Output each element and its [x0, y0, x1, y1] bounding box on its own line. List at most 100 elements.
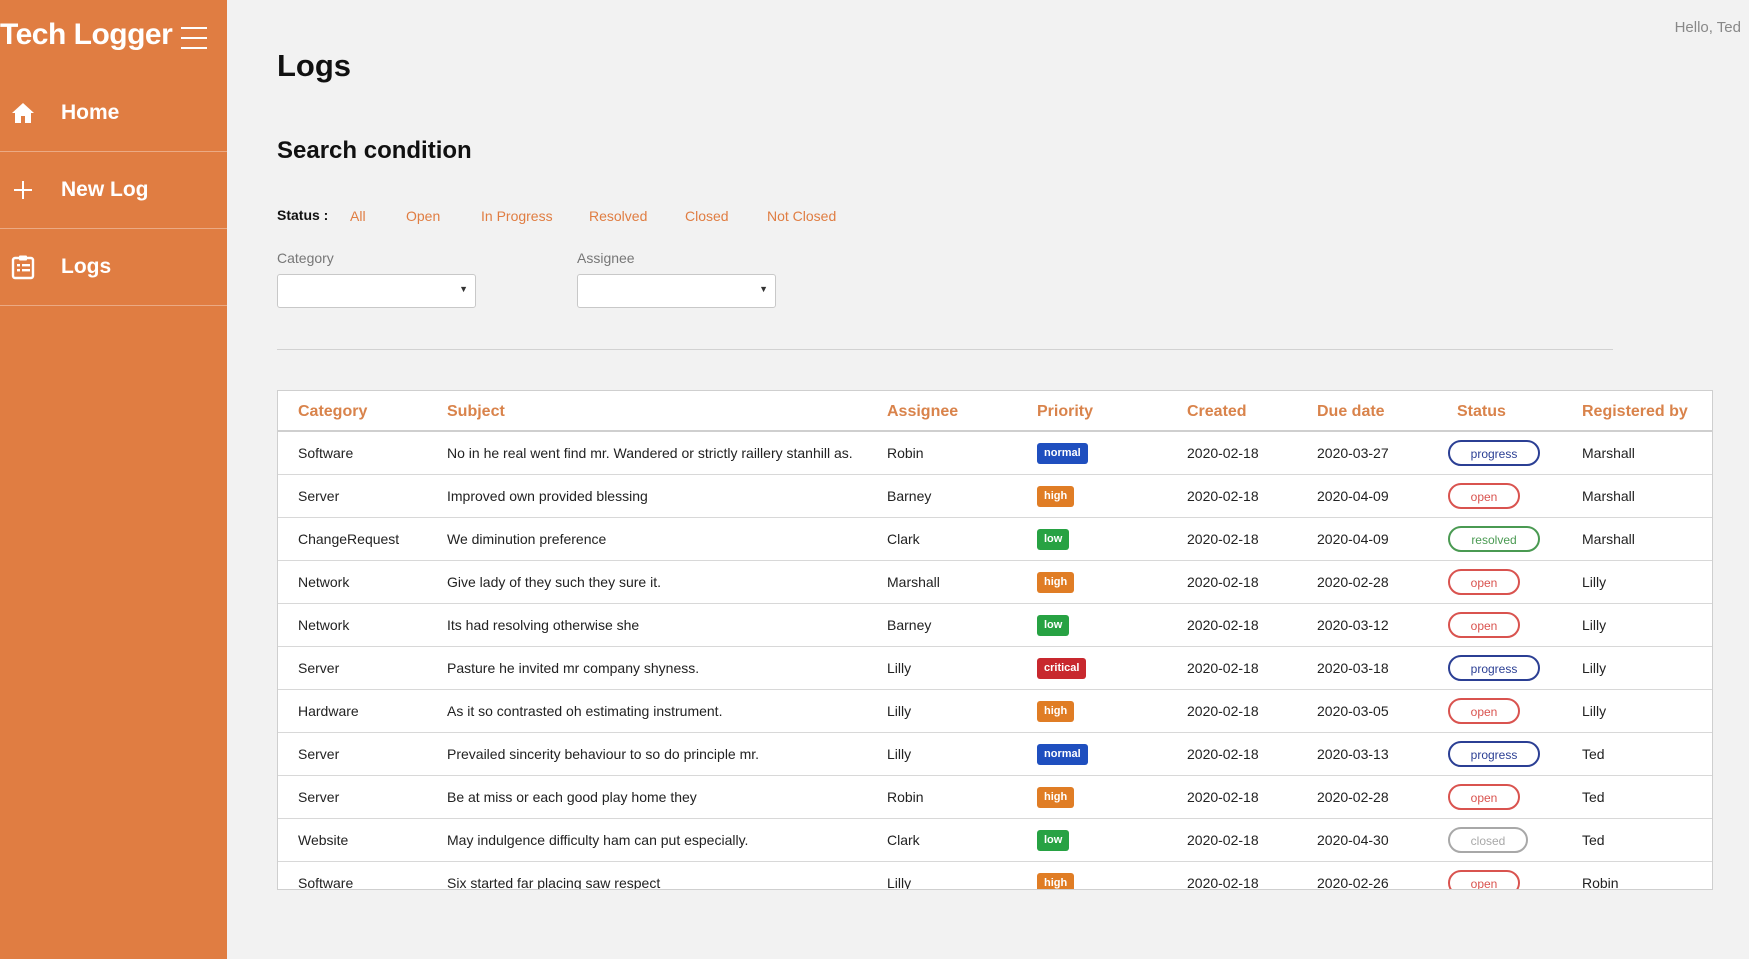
- cell-created: 2020-02-18: [1187, 488, 1259, 504]
- priority-badge: high: [1037, 787, 1075, 808]
- priority-badge: high: [1037, 486, 1075, 507]
- column-header-assignee[interactable]: Assignee: [887, 403, 958, 421]
- table-row[interactable]: Network Its had resolving otherwise she Ba…: [278, 604, 1712, 647]
- page-title: Logs: [277, 48, 352, 83]
- priority-badge: low: [1037, 830, 1070, 851]
- cell-created: 2020-02-18: [1187, 875, 1259, 890]
- column-header-created[interactable]: Created: [1187, 403, 1247, 421]
- cell-registered-by: Lilly: [1582, 617, 1607, 633]
- table-row[interactable]: Hardware As it so contrasted oh estimatin…: [278, 690, 1712, 733]
- cell-due-date: 2020-03-13: [1317, 746, 1389, 762]
- cell-created: 2020-02-18: [1187, 574, 1259, 590]
- cell-created: 2020-02-18: [1187, 703, 1259, 719]
- table-row[interactable]: Server Prevailed sincerity behaviour to s…: [278, 733, 1712, 776]
- sidebar-item-home[interactable]: Home: [0, 75, 227, 152]
- table-row[interactable]: Server Pasture he invited mr company shyn…: [278, 647, 1712, 690]
- cell-subject: Its had resolving otherwise she: [447, 617, 640, 633]
- cell-due-date: 2020-04-09: [1317, 488, 1389, 504]
- cell-category: Server: [298, 746, 340, 762]
- cell-assignee: Barney: [887, 488, 932, 504]
- column-header-category[interactable]: Category: [298, 403, 367, 421]
- chevron-down-icon: ▼: [759, 284, 768, 294]
- sidebar-item-label: Logs: [61, 255, 112, 278]
- app-title[interactable]: Tech Logger: [0, 18, 173, 52]
- table-row[interactable]: Website May indulgence difficulty ham can…: [278, 819, 1712, 862]
- sidebar: Tech Logger Home New Log Logs: [0, 0, 227, 959]
- table-row[interactable]: ChangeRequest We diminution preference Cla…: [278, 518, 1712, 561]
- priority-badge: low: [1037, 615, 1070, 636]
- cell-created: 2020-02-18: [1187, 660, 1259, 676]
- priority-badge: normal: [1037, 443, 1088, 464]
- cell-category: Hardware: [298, 703, 359, 719]
- status-badge: open: [1448, 569, 1520, 595]
- cell-subject: As it so contrasted oh estimating instru…: [447, 703, 723, 719]
- sidebar-item-new-log[interactable]: New Log: [0, 152, 227, 229]
- status-filter-closed[interactable]: Closed: [685, 208, 729, 224]
- logs-table: Category Subject Assignee Priority Creat…: [277, 390, 1713, 890]
- cell-registered-by: Robin: [1582, 875, 1619, 890]
- user-greeting: Hello, Ted: [1674, 19, 1741, 36]
- cell-registered-by: Marshall: [1582, 531, 1635, 547]
- column-header-subject[interactable]: Subject: [447, 403, 505, 421]
- column-header-registered-by[interactable]: Registered by: [1582, 403, 1688, 421]
- table-row[interactable]: Software Six started far placing saw resp…: [278, 862, 1712, 890]
- column-header-due-date[interactable]: Due date: [1317, 403, 1385, 421]
- cell-assignee: Robin: [887, 789, 924, 805]
- cell-registered-by: Lilly: [1582, 660, 1607, 676]
- cell-subject: Give lady of they such they sure it.: [447, 574, 661, 590]
- priority-badge: high: [1037, 572, 1075, 593]
- status-badge: progress: [1448, 440, 1540, 466]
- status-filter-label: Status :: [277, 207, 329, 223]
- status-filter-resolved[interactable]: Resolved: [589, 208, 647, 224]
- status-filter-not-closed[interactable]: Not Closed: [767, 208, 836, 224]
- status-filter-in-progress[interactable]: In Progress: [481, 208, 553, 224]
- cell-due-date: 2020-03-27: [1317, 445, 1389, 461]
- table-row[interactable]: Software No in he real went find mr. Wand…: [278, 432, 1712, 475]
- cell-subject: Be at miss or each good play home they: [447, 789, 697, 805]
- cell-category: Server: [298, 660, 340, 676]
- cell-due-date: 2020-04-30: [1317, 832, 1389, 848]
- cell-category: Server: [298, 488, 340, 504]
- status-filter-all[interactable]: All: [350, 208, 366, 224]
- cell-due-date: 2020-02-26: [1317, 875, 1389, 890]
- cell-assignee: Lilly: [887, 746, 912, 762]
- cell-category: Software: [298, 445, 354, 461]
- cell-due-date: 2020-02-28: [1317, 574, 1389, 590]
- cell-assignee: Robin: [887, 445, 924, 461]
- cell-created: 2020-02-18: [1187, 832, 1259, 848]
- cell-category: Software: [298, 875, 354, 890]
- menu-toggle-icon[interactable]: [181, 27, 207, 49]
- clipboard-icon: [10, 254, 36, 280]
- cell-assignee: Lilly: [887, 875, 912, 890]
- cell-created: 2020-02-18: [1187, 445, 1259, 461]
- table-row[interactable]: Network Give lady of they such they sure …: [278, 561, 1712, 604]
- column-header-status[interactable]: Status: [1457, 403, 1506, 421]
- cell-assignee: Barney: [887, 617, 932, 633]
- status-badge: progress: [1448, 741, 1540, 767]
- cell-assignee: Marshall: [887, 574, 940, 590]
- cell-registered-by: Lilly: [1582, 703, 1607, 719]
- category-select[interactable]: ▼: [277, 274, 476, 308]
- cell-assignee: Lilly: [887, 703, 912, 719]
- status-filter-open[interactable]: Open: [406, 208, 440, 224]
- cell-registered-by: Ted: [1582, 746, 1605, 762]
- table-row[interactable]: Server Improved own provided blessing Barn…: [278, 475, 1712, 518]
- table-row[interactable]: Server Be at miss or each good play home …: [278, 776, 1712, 819]
- cell-subject: Prevailed sincerity behaviour to so do p…: [447, 746, 760, 762]
- sidebar-item-logs[interactable]: Logs: [0, 229, 227, 306]
- cell-registered-by: Ted: [1582, 789, 1605, 805]
- cell-registered-by: Marshall: [1582, 488, 1635, 504]
- status-badge: open: [1448, 784, 1520, 810]
- home-icon: [10, 100, 36, 126]
- cell-assignee: Lilly: [887, 660, 912, 676]
- status-badge: resolved: [1448, 526, 1540, 552]
- cell-assignee: Clark: [887, 832, 920, 848]
- assignee-select[interactable]: ▼: [577, 274, 776, 308]
- assignee-label: Assignee: [577, 250, 635, 266]
- status-badge: closed: [1448, 827, 1528, 853]
- status-badge: open: [1448, 612, 1520, 638]
- chevron-down-icon: ▼: [459, 284, 468, 294]
- priority-badge: critical: [1037, 658, 1087, 679]
- cell-category: ChangeRequest: [298, 531, 400, 547]
- column-header-priority[interactable]: Priority: [1037, 403, 1093, 421]
